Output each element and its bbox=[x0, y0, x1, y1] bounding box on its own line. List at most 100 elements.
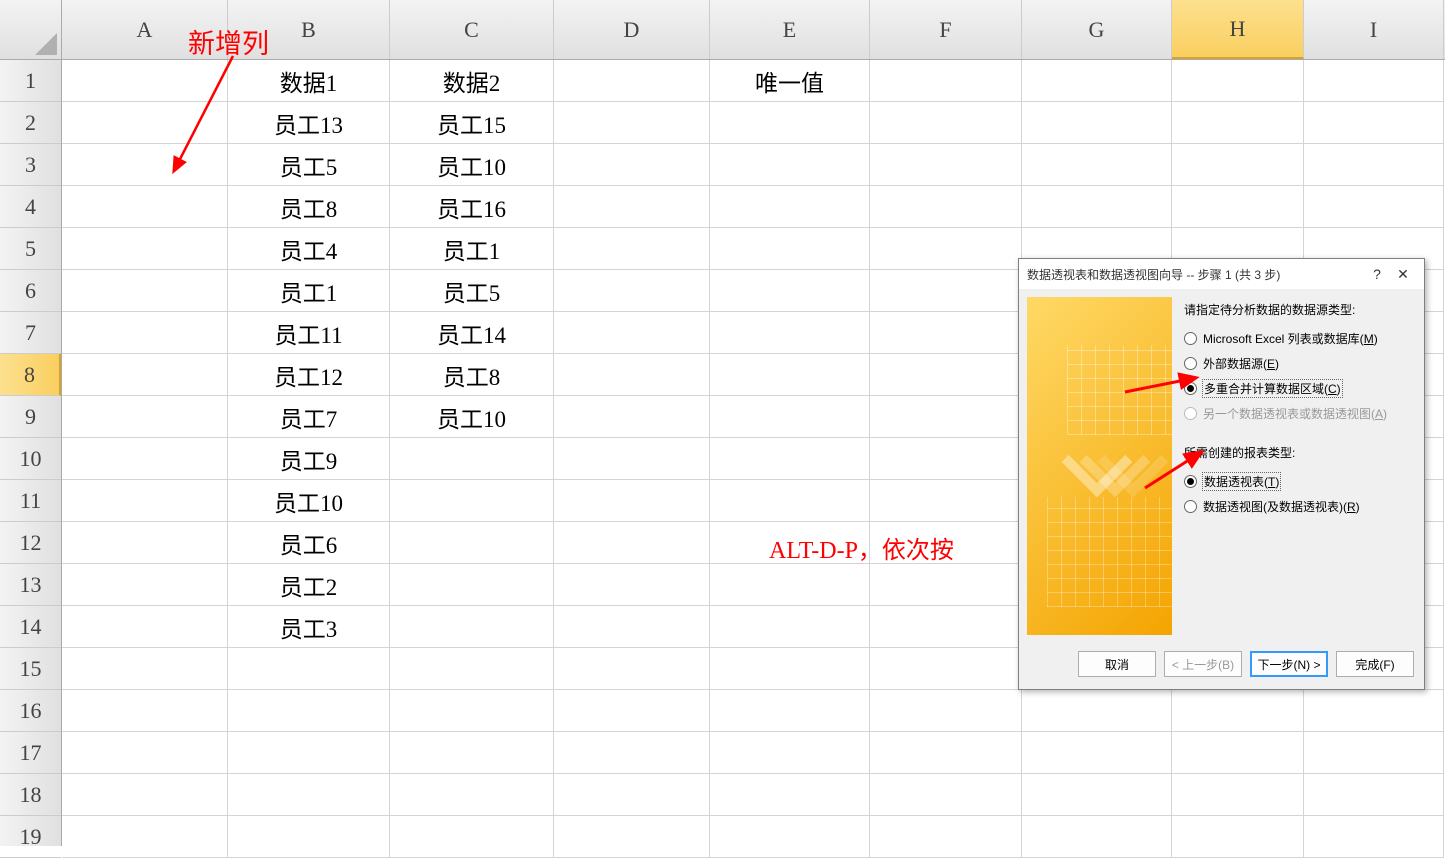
dialog-titlebar[interactable]: 数据透视表和数据透视图向导 -- 步骤 1 (共 3 步) ? ✕ bbox=[1019, 259, 1424, 289]
row-header-7[interactable]: 7 bbox=[0, 312, 61, 354]
cell-F13[interactable] bbox=[870, 564, 1022, 606]
col-header-D[interactable]: D bbox=[554, 0, 710, 59]
cell-A8[interactable] bbox=[62, 354, 228, 396]
cell-A18[interactable] bbox=[62, 774, 228, 816]
cell-C7[interactable]: 员工14 bbox=[390, 312, 554, 354]
cell-F4[interactable] bbox=[870, 186, 1022, 228]
cell-F9[interactable] bbox=[870, 396, 1022, 438]
cell-F1[interactable] bbox=[870, 60, 1022, 102]
cell-E8[interactable] bbox=[710, 354, 870, 396]
cell-C10[interactable] bbox=[390, 438, 554, 480]
cell-E5[interactable] bbox=[710, 228, 870, 270]
cell-F6[interactable] bbox=[870, 270, 1022, 312]
row-header-10[interactable]: 10 bbox=[0, 438, 61, 480]
cell-I16[interactable] bbox=[1304, 690, 1444, 732]
row-header-11[interactable]: 11 bbox=[0, 480, 61, 522]
cell-D14[interactable] bbox=[554, 606, 710, 648]
row-header-3[interactable]: 3 bbox=[0, 144, 61, 186]
cell-I4[interactable] bbox=[1304, 186, 1444, 228]
cell-F17[interactable] bbox=[870, 732, 1022, 774]
cell-B3[interactable]: 员工5 bbox=[228, 144, 390, 186]
cell-I17[interactable] bbox=[1304, 732, 1444, 774]
cell-E1[interactable]: 唯一值 bbox=[710, 60, 870, 102]
cell-G19[interactable] bbox=[1022, 816, 1172, 858]
cell-A5[interactable] bbox=[62, 228, 228, 270]
cell-G1[interactable] bbox=[1022, 60, 1172, 102]
cell-A17[interactable] bbox=[62, 732, 228, 774]
row-header-1[interactable]: 1 bbox=[0, 60, 61, 102]
cell-B5[interactable]: 员工4 bbox=[228, 228, 390, 270]
cell-F10[interactable] bbox=[870, 438, 1022, 480]
help-icon[interactable]: ? bbox=[1364, 263, 1390, 285]
cell-D2[interactable] bbox=[554, 102, 710, 144]
cell-E9[interactable] bbox=[710, 396, 870, 438]
cell-E6[interactable] bbox=[710, 270, 870, 312]
source-option-1[interactable]: 外部数据源(E) bbox=[1184, 351, 1408, 376]
row-header-5[interactable]: 5 bbox=[0, 228, 61, 270]
cell-B6[interactable]: 员工1 bbox=[228, 270, 390, 312]
cell-A4[interactable] bbox=[62, 186, 228, 228]
cell-D12[interactable] bbox=[554, 522, 710, 564]
cell-A1[interactable] bbox=[62, 60, 228, 102]
cell-F8[interactable] bbox=[870, 354, 1022, 396]
cell-C14[interactable] bbox=[390, 606, 554, 648]
row-header-14[interactable]: 14 bbox=[0, 606, 61, 648]
cell-I18[interactable] bbox=[1304, 774, 1444, 816]
cell-D8[interactable] bbox=[554, 354, 710, 396]
cell-F15[interactable] bbox=[870, 648, 1022, 690]
row-header-19[interactable]: 19 bbox=[0, 816, 61, 858]
cell-B11[interactable]: 员工10 bbox=[228, 480, 390, 522]
cell-E12[interactable] bbox=[710, 522, 870, 564]
cell-H4[interactable] bbox=[1172, 186, 1304, 228]
cell-A13[interactable] bbox=[62, 564, 228, 606]
cell-E14[interactable] bbox=[710, 606, 870, 648]
cell-E2[interactable] bbox=[710, 102, 870, 144]
cell-I19[interactable] bbox=[1304, 816, 1444, 858]
cell-H3[interactable] bbox=[1172, 144, 1304, 186]
cell-C1[interactable]: 数据2 bbox=[390, 60, 554, 102]
source-option-0[interactable]: Microsoft Excel 列表或数据库(M) bbox=[1184, 326, 1408, 351]
cell-D19[interactable] bbox=[554, 816, 710, 858]
cell-E17[interactable] bbox=[710, 732, 870, 774]
cell-B8[interactable]: 员工12 bbox=[228, 354, 390, 396]
cell-D6[interactable] bbox=[554, 270, 710, 312]
row-header-2[interactable]: 2 bbox=[0, 102, 61, 144]
cell-B9[interactable]: 员工7 bbox=[228, 396, 390, 438]
cell-E15[interactable] bbox=[710, 648, 870, 690]
cell-D16[interactable] bbox=[554, 690, 710, 732]
cell-H19[interactable] bbox=[1172, 816, 1304, 858]
cell-H16[interactable] bbox=[1172, 690, 1304, 732]
cell-D10[interactable] bbox=[554, 438, 710, 480]
cell-D13[interactable] bbox=[554, 564, 710, 606]
cell-A12[interactable] bbox=[62, 522, 228, 564]
cell-D7[interactable] bbox=[554, 312, 710, 354]
row-header-13[interactable]: 13 bbox=[0, 564, 61, 606]
cell-C6[interactable]: 员工5 bbox=[390, 270, 554, 312]
cell-I1[interactable] bbox=[1304, 60, 1444, 102]
cell-C12[interactable] bbox=[390, 522, 554, 564]
cell-F11[interactable] bbox=[870, 480, 1022, 522]
cell-G17[interactable] bbox=[1022, 732, 1172, 774]
row-header-17[interactable]: 17 bbox=[0, 732, 61, 774]
cell-H1[interactable] bbox=[1172, 60, 1304, 102]
cell-A7[interactable] bbox=[62, 312, 228, 354]
cell-E4[interactable] bbox=[710, 186, 870, 228]
cell-B19[interactable] bbox=[228, 816, 390, 858]
col-header-H[interactable]: H bbox=[1172, 0, 1304, 59]
col-header-A[interactable]: A bbox=[62, 0, 228, 59]
row-header-18[interactable]: 18 bbox=[0, 774, 61, 816]
cell-D15[interactable] bbox=[554, 648, 710, 690]
cell-C5[interactable]: 员工1 bbox=[390, 228, 554, 270]
cell-F5[interactable] bbox=[870, 228, 1022, 270]
cell-B1[interactable]: 数据1 bbox=[228, 60, 390, 102]
cell-D5[interactable] bbox=[554, 228, 710, 270]
cell-G16[interactable] bbox=[1022, 690, 1172, 732]
cell-C8[interactable]: 员工8 bbox=[390, 354, 554, 396]
row-header-16[interactable]: 16 bbox=[0, 690, 61, 732]
cell-C13[interactable] bbox=[390, 564, 554, 606]
cell-C19[interactable] bbox=[390, 816, 554, 858]
cell-D1[interactable] bbox=[554, 60, 710, 102]
cell-F16[interactable] bbox=[870, 690, 1022, 732]
cell-D3[interactable] bbox=[554, 144, 710, 186]
cell-D11[interactable] bbox=[554, 480, 710, 522]
